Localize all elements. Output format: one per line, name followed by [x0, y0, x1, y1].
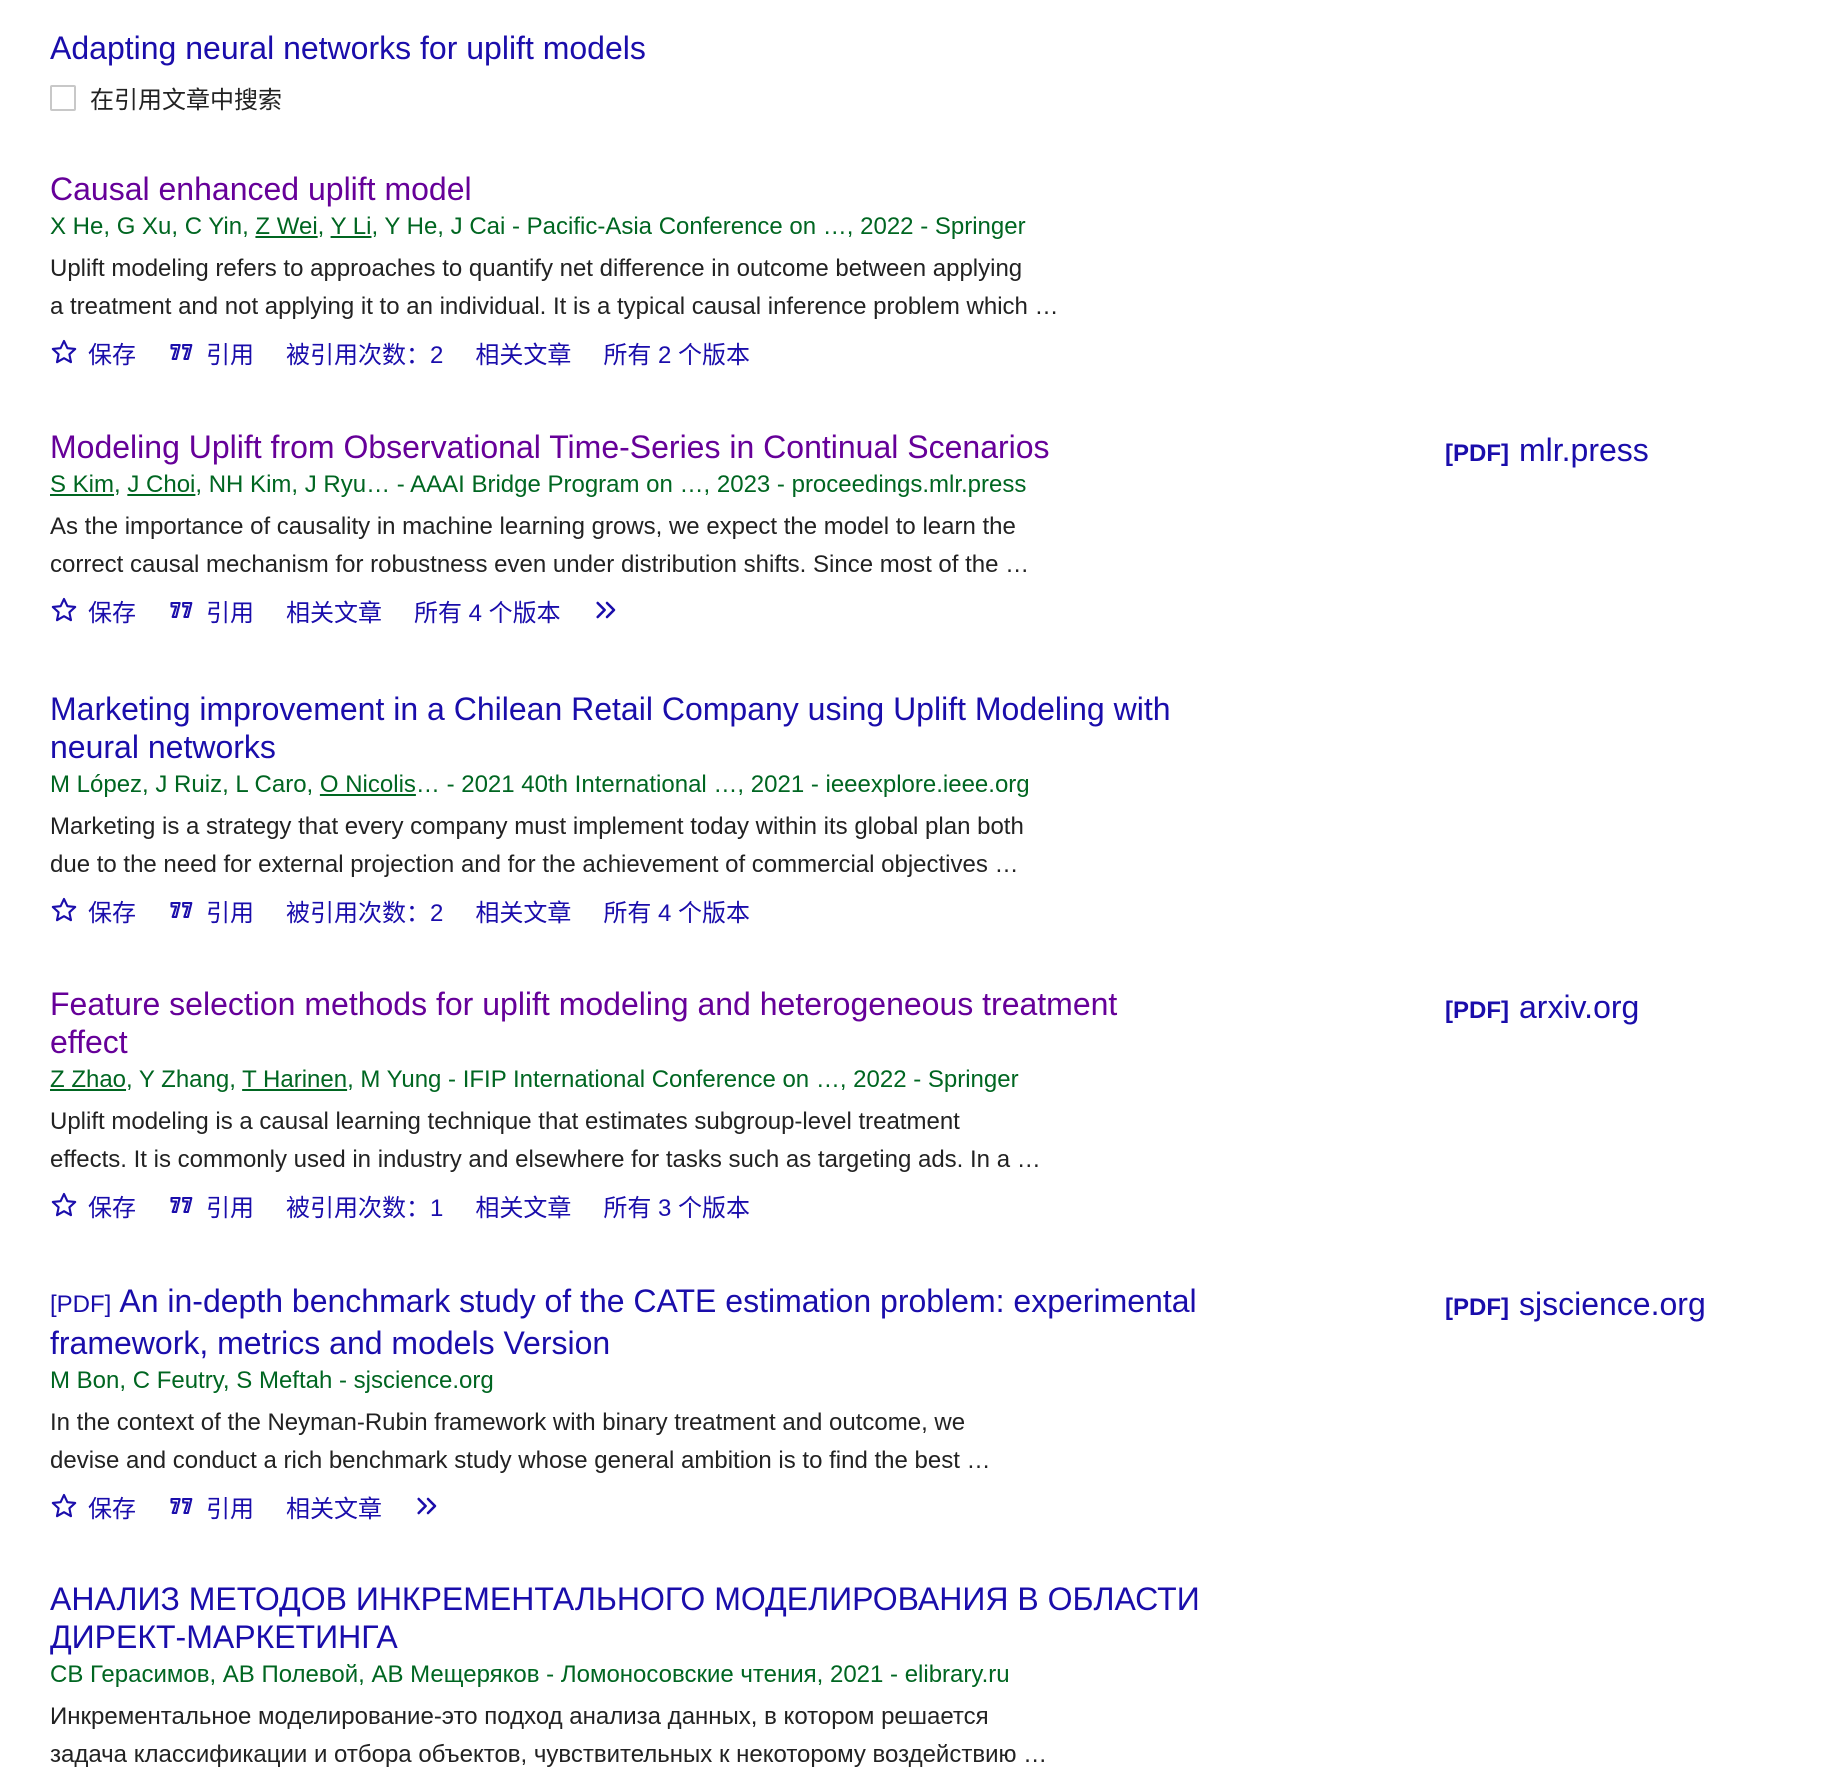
cite-button[interactable]: 引用 — [168, 335, 254, 370]
save-button[interactable]: 保存 — [50, 1489, 136, 1524]
pdf-link[interactable]: [PDF] arxiv.org — [1445, 989, 1639, 1026]
author-link[interactable]: Y Li — [331, 213, 372, 240]
result-authors: Z Zhao, Y Zhang, T Harinen, M Yung - IFI… — [50, 1066, 1019, 1093]
pdf-link[interactable]: [PDF] sjscience.org — [1445, 1286, 1706, 1323]
result-authors: СВ Герасимов, АВ Полевой, АВ Мещеряков -… — [50, 1661, 1010, 1688]
cited-by-link[interactable]: 被引用次数：2 — [286, 335, 443, 370]
search-within-label: 在引用文章中搜索 — [90, 87, 282, 114]
all-versions-link[interactable]: 所有 2 个版本 — [603, 335, 750, 370]
result-authors: M Bon, C Feutry, S Meftah - sjscience.or… — [50, 1367, 494, 1394]
result-snippet: Uplift modeling is a causal learning tec… — [50, 1108, 1041, 1173]
cite-button[interactable]: 引用 — [168, 593, 254, 628]
result-title-link[interactable]: АНАЛИЗ МЕТОДОВ ИНКРЕМЕНТАЛЬНОГО МОДЕЛИРО… — [50, 1580, 1300, 1656]
quote-icon — [170, 1196, 193, 1214]
star-icon — [51, 1192, 77, 1217]
result-title-link[interactable]: [PDF] An in-depth benchmark study of the … — [50, 1282, 1300, 1362]
search-result: Causal enhanced uplift model X He, G Xu,… — [50, 170, 1300, 372]
result-snippet: Marketing is a strategy that every compa… — [50, 813, 1024, 878]
result-actions: 保存 引用 被引用次数：1 相关文章 所有 3 个版本 — [50, 1185, 1300, 1225]
related-articles-link[interactable]: 相关文章 — [286, 593, 382, 628]
search-within-checkbox[interactable] — [50, 84, 76, 111]
save-button[interactable]: 保存 — [50, 335, 136, 370]
save-button[interactable]: 保存 — [50, 593, 136, 628]
result-actions: 保存 引用 被引用次数：2 相关文章 所有 4 个版本 — [50, 890, 1300, 930]
author-link[interactable]: Z Wei — [255, 213, 317, 240]
cited-by-link[interactable]: 被引用次数：2 — [286, 893, 443, 928]
result-actions: 保存 引用 被引用次数：2 相关文章 所有 2 个版本 — [50, 332, 1300, 372]
all-versions-link[interactable]: 所有 4 个版本 — [414, 593, 561, 628]
star-icon — [51, 1493, 77, 1518]
double-chevron-right-icon — [596, 601, 615, 619]
cited-article-title-link[interactable]: Adapting neural networks for uplift mode… — [50, 26, 646, 70]
quote-icon — [170, 601, 193, 619]
result-actions: 保存 引用 相关文章 — [50, 1486, 1300, 1526]
author-link[interactable]: Z Zhao — [50, 1066, 126, 1093]
cite-button[interactable]: 引用 — [168, 1188, 254, 1223]
related-articles-link[interactable]: 相关文章 — [475, 893, 571, 928]
result-authors: X He, G Xu, C Yin, Z Wei, Y Li, Y He, J … — [50, 213, 1026, 240]
cite-button[interactable]: 引用 — [168, 893, 254, 928]
double-chevron-right-icon — [417, 1497, 437, 1515]
quote-icon — [170, 901, 193, 919]
author-link[interactable]: J Choi — [127, 471, 195, 498]
star-icon — [51, 597, 77, 622]
result-title-link[interactable]: Modeling Uplift from Observational Time-… — [50, 428, 1300, 466]
result-snippet: Uplift modeling refers to approaches to … — [50, 255, 1059, 320]
pdf-link[interactable]: [PDF] mlr.press — [1445, 432, 1649, 469]
result-snippet: Инкрементальное моделирование-это подход… — [50, 1703, 1048, 1768]
save-button[interactable]: 保存 — [50, 893, 136, 928]
more-options-button[interactable] — [593, 596, 631, 624]
star-icon — [51, 339, 77, 364]
search-result: Feature selection methods for uplift mod… — [50, 985, 1300, 1225]
search-result: АНАЛИЗ МЕТОДОВ ИНКРЕМЕНТАЛЬНОГО МОДЕЛИРО… — [50, 1580, 1300, 1774]
related-articles-link[interactable]: 相关文章 — [475, 1188, 571, 1223]
all-versions-link[interactable]: 所有 4 个版本 — [603, 893, 750, 928]
result-actions: 保存 引用 相关文章 所有 4 个版本 — [50, 590, 1300, 630]
quote-icon — [170, 1497, 193, 1515]
cite-button[interactable]: 引用 — [168, 1489, 254, 1524]
quote-icon — [170, 343, 193, 361]
result-snippet: As the importance of causality in machin… — [50, 513, 1030, 578]
result-title-link[interactable]: Causal enhanced uplift model — [50, 170, 1300, 208]
search-result: [PDF] An in-depth benchmark study of the … — [50, 1282, 1300, 1526]
save-button[interactable]: 保存 — [50, 1188, 136, 1223]
search-within-citing-articles[interactable]: 在引用文章中搜索 — [50, 80, 646, 115]
all-versions-link[interactable]: 所有 3 个版本 — [603, 1188, 750, 1223]
result-type-tag: [PDF] — [50, 1291, 112, 1318]
related-articles-link[interactable]: 相关文章 — [475, 335, 571, 370]
author-link[interactable]: O Nicolis — [320, 771, 416, 798]
star-icon — [51, 897, 77, 922]
result-authors: S Kim, J Choi, NH Kim, J Ryu… - AAAI Bri… — [50, 471, 1027, 498]
result-title-link[interactable]: Marketing improvement in a Chilean Retai… — [50, 690, 1300, 766]
author-link[interactable]: S Kim — [50, 471, 114, 498]
result-snippet: In the context of the Neyman-Rubin frame… — [50, 1409, 991, 1474]
author-link[interactable]: T Harinen — [242, 1066, 347, 1093]
cited-by-link[interactable]: 被引用次数：1 — [286, 1188, 443, 1223]
more-options-button[interactable] — [414, 1492, 452, 1520]
result-authors: M López, J Ruiz, L Caro, O Nicolis… - 20… — [50, 771, 1030, 798]
search-result: Modeling Uplift from Observational Time-… — [50, 428, 1300, 630]
cited-article-header: Adapting neural networks for uplift mode… — [50, 26, 646, 115]
search-result: Marketing improvement in a Chilean Retai… — [50, 690, 1300, 930]
result-title-link[interactable]: Feature selection methods for uplift mod… — [50, 985, 1300, 1061]
related-articles-link[interactable]: 相关文章 — [286, 1489, 382, 1524]
